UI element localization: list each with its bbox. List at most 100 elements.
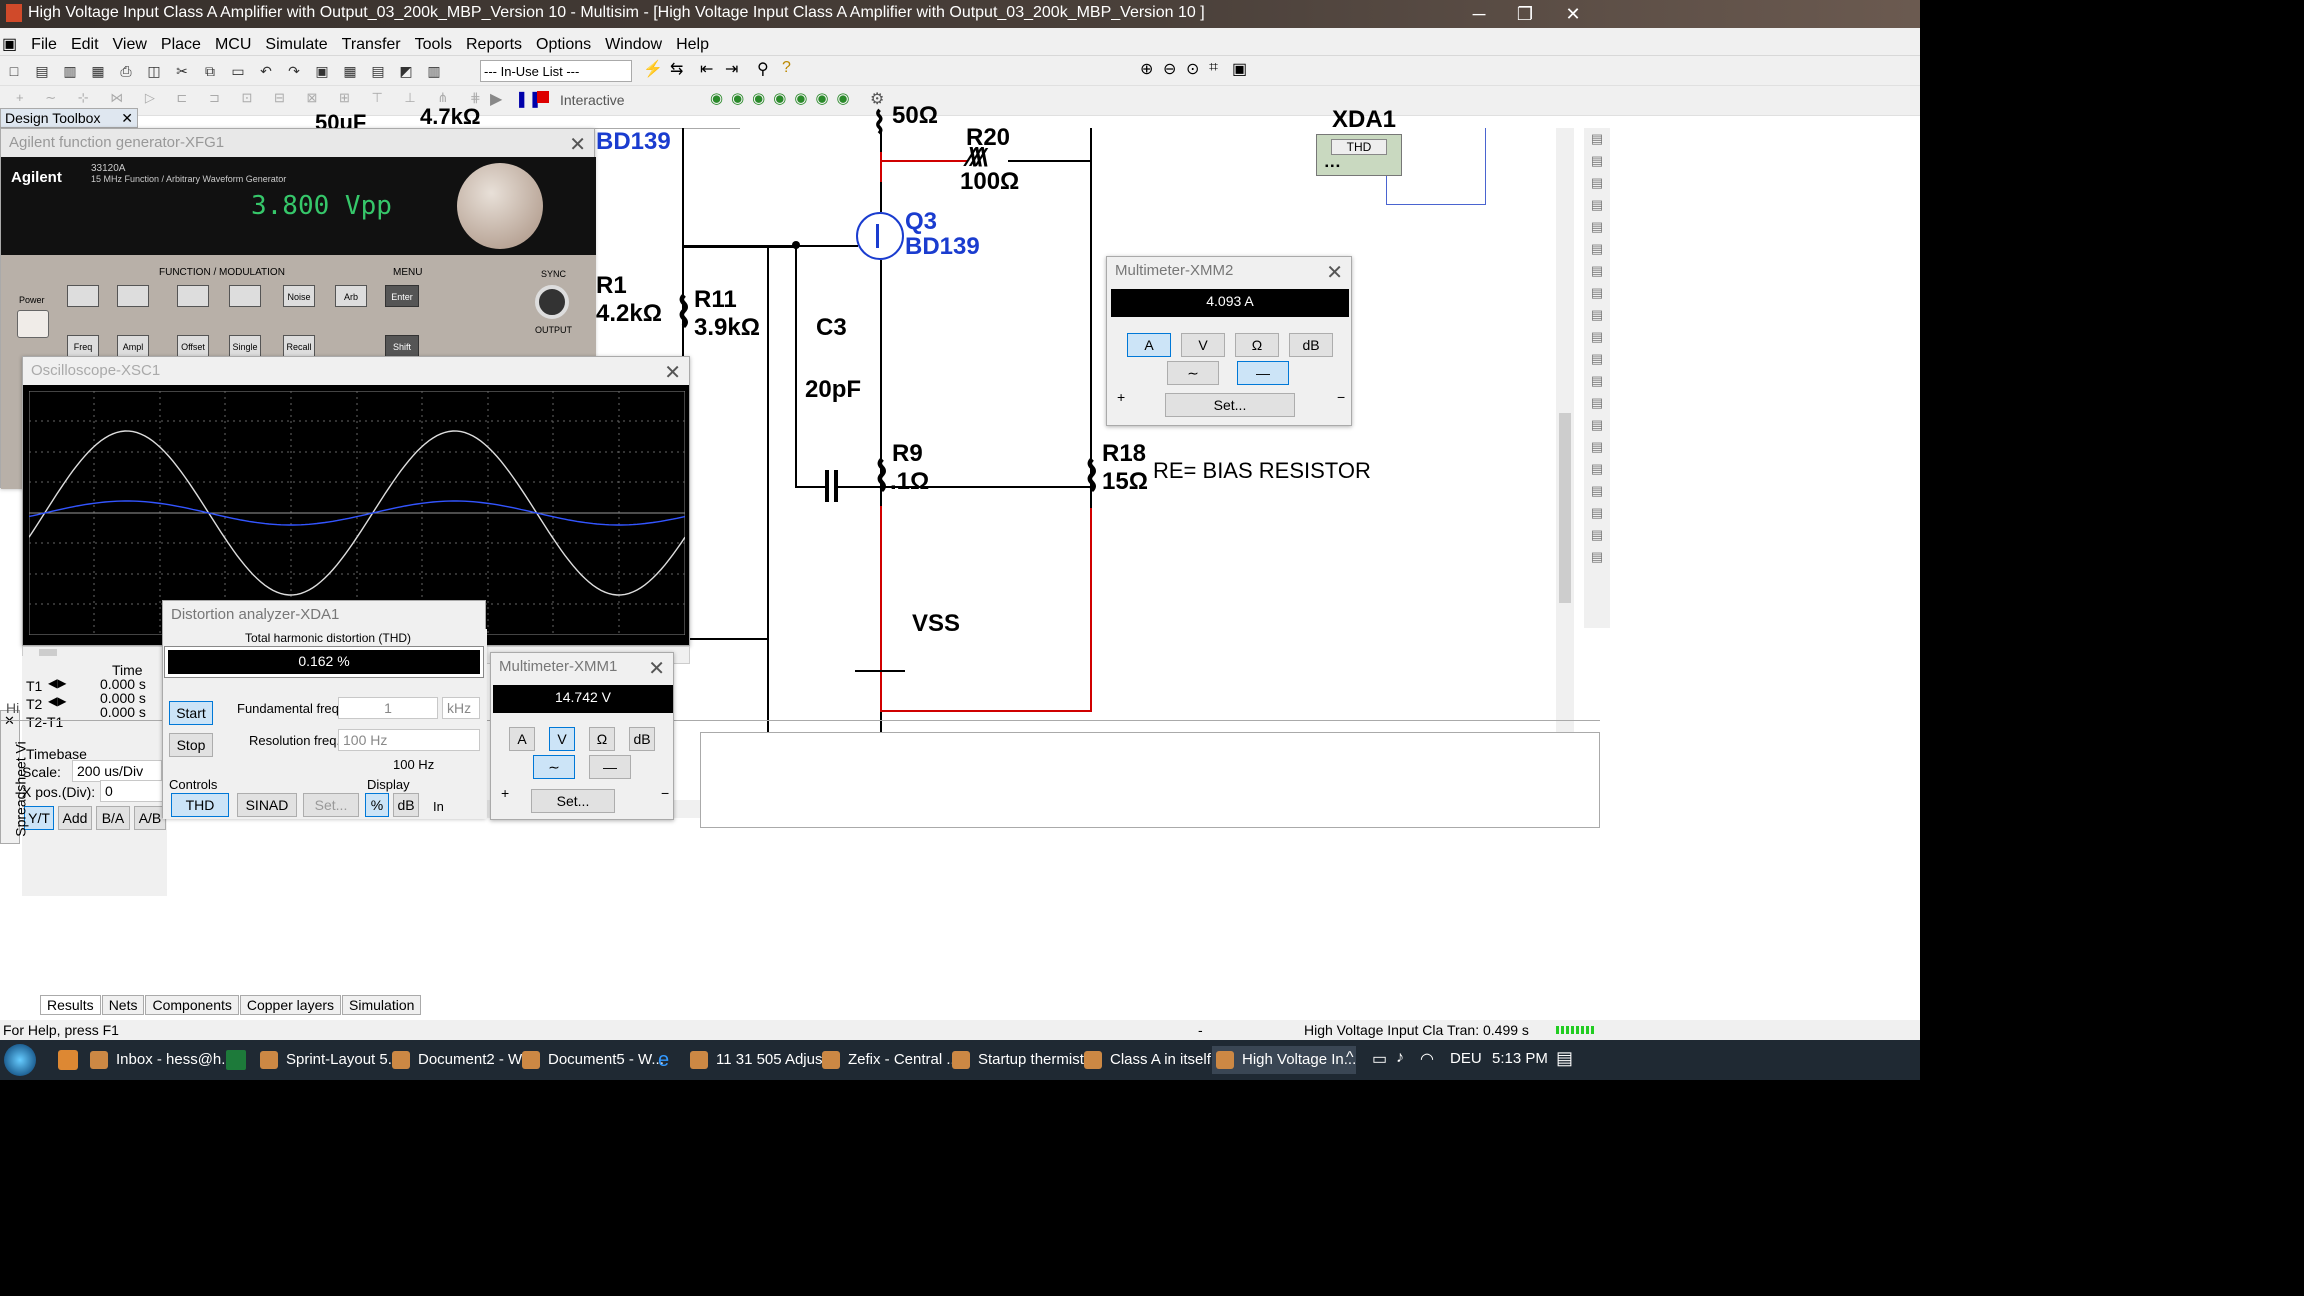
- mm1-ohm-button[interactable]: Ω: [589, 727, 615, 751]
- xpos-field[interactable]: 0: [100, 780, 164, 802]
- taskbar-item-sprint[interactable]: Sprint-Layout 5.0: [256, 1046, 400, 1074]
- cut-icon[interactable]: ✂: [171, 60, 193, 82]
- notification-icon[interactable]: ▤: [1556, 1048, 1573, 1069]
- fg-key-freq[interactable]: Freq: [67, 335, 99, 357]
- zoom-area-icon[interactable]: ⊙: [1186, 59, 1199, 79]
- t2-arrows-icon[interactable]: ◀▶: [48, 694, 66, 708]
- full-screen-icon[interactable]: ▣: [1232, 59, 1247, 79]
- mm1-set-button[interactable]: Set...: [531, 789, 615, 813]
- interactive-label[interactable]: Interactive: [560, 92, 625, 108]
- new-icon[interactable]: □: [3, 60, 25, 82]
- fg-key-am[interactable]: [67, 285, 99, 307]
- tab-copper-layers[interactable]: Copper layers: [239, 995, 342, 1015]
- clock[interactable]: 5:13 PM: [1492, 1050, 1548, 1067]
- find-icon[interactable]: ⚲: [757, 59, 769, 79]
- fg-key-fsk[interactable]: [177, 285, 209, 307]
- xda1-instrument[interactable]: THD ▪▪▪: [1316, 134, 1402, 176]
- multimeter-xmm1-window[interactable]: Multimeter-XMM1 ✕ 14.742 V A V Ω dB ∼ — +…: [490, 652, 674, 820]
- fg-key-offset[interactable]: Offset: [177, 335, 209, 357]
- stop-button[interactable]: Stop: [169, 733, 213, 757]
- mm1-volt-button[interactable]: V: [549, 727, 575, 751]
- taskbar-item-startup[interactable]: Startup thermist...: [948, 1046, 1096, 1074]
- mm2-set-button[interactable]: Set...: [1165, 393, 1295, 417]
- mm2-dc-icon[interactable]: —: [1237, 361, 1289, 385]
- scale-field[interactable]: 200 us/Div: [72, 760, 162, 782]
- tab-nets[interactable]: Nets: [101, 995, 145, 1015]
- excel-icon[interactable]: [226, 1050, 246, 1070]
- fg-key-single[interactable]: Single: [229, 335, 261, 357]
- open-folder-icon[interactable]: ▥: [59, 60, 81, 82]
- print-icon[interactable]: ⎙: [115, 60, 137, 82]
- forward-annotate-icon[interactable]: ⇥: [725, 59, 738, 79]
- minimize-icon[interactable]: ─: [1456, 0, 1502, 28]
- taskbar-item-class-a[interactable]: Class A in itself ...: [1080, 1046, 1228, 1074]
- save-icon[interactable]: ▦: [87, 60, 109, 82]
- wifi-icon[interactable]: ◠: [1420, 1049, 1434, 1069]
- mode-add-button[interactable]: Add: [58, 806, 92, 830]
- mm1-ac-icon[interactable]: ∼: [533, 755, 575, 779]
- instrument-icons[interactable]: ◉◉◉◉◉◉◉: [710, 89, 858, 107]
- close-icon[interactable]: ✕: [648, 655, 665, 683]
- maximize-icon[interactable]: ❐: [1502, 0, 1548, 28]
- spreadsheet-icon[interactable]: ▦: [339, 60, 361, 82]
- mm2-volt-button[interactable]: V: [1181, 333, 1225, 357]
- fg-key-shift[interactable]: Shift: [385, 335, 419, 357]
- database-icon[interactable]: ▤: [367, 60, 389, 82]
- zoom-out-icon[interactable]: ⊖: [1163, 59, 1176, 79]
- zoom-fit-icon[interactable]: ⌗: [1209, 59, 1218, 77]
- mm1-dc-icon[interactable]: —: [589, 755, 631, 779]
- tab-results[interactable]: Results: [40, 995, 101, 1015]
- spreadsheet-side-panel[interactable]: ✕ Spreadsheet Vi: [0, 710, 29, 844]
- close-icon[interactable]: ✕: [1326, 259, 1343, 287]
- stop-icon[interactable]: [537, 91, 549, 103]
- fg-sync-connector[interactable]: [535, 285, 569, 319]
- volume-icon[interactable]: ♪: [1396, 1049, 1404, 1067]
- close-icon[interactable]: ✕: [1550, 0, 1596, 28]
- mm2-amp-button[interactable]: A: [1127, 333, 1171, 357]
- run-icon[interactable]: ▶: [490, 89, 502, 109]
- db-button[interactable]: dB: [393, 793, 419, 817]
- ie-icon[interactable]: e: [658, 1049, 669, 1072]
- sinad-mode-button[interactable]: SINAD: [237, 793, 297, 817]
- set-button[interactable]: Set...: [303, 793, 359, 817]
- fg-key-enter[interactable]: Enter: [385, 285, 419, 307]
- help-icon[interactable]: ?: [782, 59, 791, 77]
- postprocessor-icon[interactable]: ▥: [423, 60, 445, 82]
- fg-key-burst[interactable]: [229, 285, 261, 307]
- taskbar-item-doc2[interactable]: Document2 - W...: [388, 1046, 534, 1074]
- zoom-in-icon[interactable]: ⊕: [1140, 59, 1153, 79]
- fg-power-button[interactable]: [17, 310, 49, 338]
- fund-unit[interactable]: kHz: [442, 697, 480, 719]
- tray-chevron-icon[interactable]: ^: [1346, 1049, 1354, 1067]
- res-select[interactable]: 100 Hz: [338, 729, 480, 751]
- toolbox-icon[interactable]: ▣: [311, 60, 333, 82]
- fg-key-recall[interactable]: Recall: [283, 335, 315, 357]
- mm2-db-button[interactable]: dB: [1289, 333, 1333, 357]
- paste-icon[interactable]: ▭: [227, 60, 249, 82]
- mm1-db-button[interactable]: dB: [629, 727, 655, 751]
- close-icon[interactable]: ✕: [664, 359, 681, 387]
- start-button[interactable]: Start: [169, 701, 213, 725]
- taskbar-item-doc5[interactable]: Document5 - W...: [518, 1046, 664, 1074]
- taskbar-item-adjus[interactable]: 11 31 505 Adjus...: [686, 1046, 835, 1074]
- taskbar-item-multisim[interactable]: High Voltage In...: [1212, 1046, 1357, 1074]
- thd-mode-button[interactable]: THD: [171, 793, 229, 817]
- annotate-icon[interactable]: ⇆: [670, 59, 683, 79]
- language-indicator[interactable]: DEU: [1450, 1050, 1482, 1067]
- component-icons[interactable]: + ∼ ⊹ ⋈ ▷ ⊏ ⊐ ⊡ ⊟ ⊠ ⊞ ⊤ ⊥ ⋔ ⋕: [16, 90, 490, 106]
- back-annotate-icon[interactable]: ⇤: [700, 59, 713, 79]
- tab-simulation[interactable]: Simulation: [342, 995, 422, 1015]
- distortion-analyzer-window[interactable]: Distortion analyzer-XDA1 Total harmonic …: [162, 600, 487, 819]
- mode-ba-button[interactable]: B/A: [96, 806, 130, 830]
- fg-key-arb[interactable]: Arb: [335, 285, 367, 307]
- in-use-list-select[interactable]: --- In-Use List ---: [480, 60, 632, 82]
- mm2-ohm-button[interactable]: Ω: [1235, 333, 1279, 357]
- start-orb-icon[interactable]: [4, 1044, 36, 1076]
- redo-icon[interactable]: ↷: [283, 60, 305, 82]
- fg-key-noise[interactable]: Noise: [283, 285, 315, 307]
- fund-field[interactable]: 1: [338, 697, 438, 719]
- pinned-app-icon[interactable]: [58, 1050, 78, 1070]
- close-icon[interactable]: ✕: [121, 110, 133, 127]
- mm1-amp-button[interactable]: A: [509, 727, 535, 751]
- probe-icon[interactable]: ⚡: [643, 59, 663, 79]
